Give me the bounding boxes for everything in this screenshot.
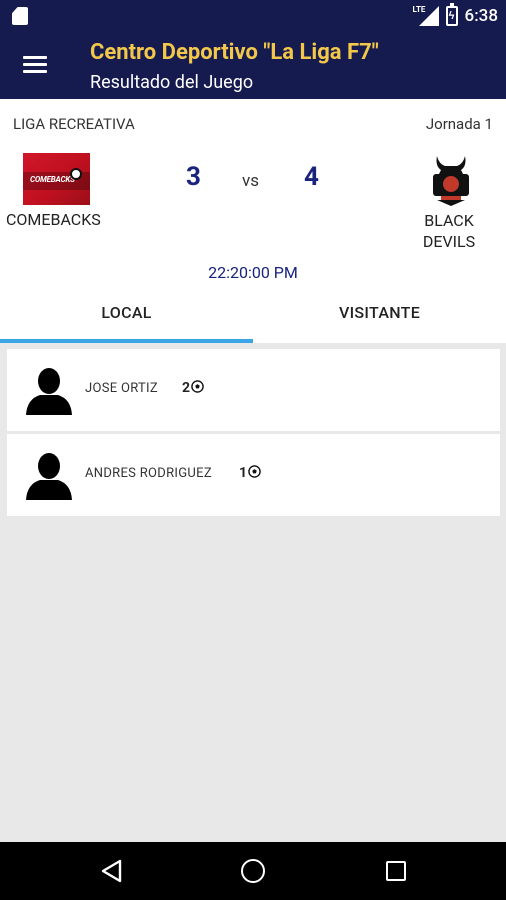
match-time: 22:20:00 PM bbox=[208, 263, 298, 282]
match-card: LIGA RECREATIVA Jornada 1 COMEBACKS COME… bbox=[0, 99, 506, 343]
status-bar: LTE ϟ 6:38 bbox=[0, 0, 506, 31]
tab-local[interactable]: LOCAL bbox=[0, 298, 253, 343]
home-team-name: COMEBACKS bbox=[6, 210, 101, 229]
away-team-name-line1: BLACK bbox=[424, 211, 474, 230]
clock: 6:38 bbox=[464, 6, 498, 26]
soccer-ball-icon bbox=[191, 380, 204, 394]
goal-count: 1 bbox=[239, 465, 261, 481]
active-tab-indicator bbox=[0, 339, 253, 343]
away-team-logo bbox=[433, 156, 469, 206]
away-score: 4 bbox=[304, 162, 319, 192]
round-label: Jornada 1 bbox=[425, 115, 493, 133]
recent-apps-icon[interactable] bbox=[386, 861, 406, 881]
app-title: Centro Deportivo "La Liga F7" bbox=[90, 40, 379, 65]
avatar-icon bbox=[26, 453, 72, 500]
soccer-ball-icon bbox=[248, 465, 261, 479]
scorers-list: JOSE ORTIZ 2 ANDRES RODRIGUEZ 1 bbox=[7, 349, 500, 519]
app-subtitle: Resultado del Juego bbox=[90, 72, 254, 93]
home-icon[interactable] bbox=[241, 859, 265, 883]
away-team-name: BLACK DEVILS bbox=[408, 210, 490, 252]
player-name: ANDRES RODRIGUEZ bbox=[85, 466, 212, 481]
system-navigation-bar bbox=[0, 842, 506, 900]
vs-label: vs bbox=[242, 171, 260, 191]
player-name: JOSE ORTIZ bbox=[85, 381, 158, 396]
home-score: 3 bbox=[186, 162, 201, 192]
list-item[interactable]: ANDRES RODRIGUEZ 1 bbox=[7, 434, 500, 516]
back-icon[interactable] bbox=[100, 859, 124, 883]
away-team-name-line2: DEVILS bbox=[422, 232, 476, 251]
sd-card-icon bbox=[12, 7, 28, 25]
league-name: LIGA RECREATIVA bbox=[13, 115, 135, 133]
app-bar: Centro Deportivo "La Liga F7" Resultado … bbox=[0, 31, 506, 99]
team-tabs: LOCAL VISITANTE bbox=[0, 298, 506, 343]
tab-visitante[interactable]: VISITANTE bbox=[253, 298, 506, 343]
home-team-logo: COMEBACKS bbox=[23, 153, 90, 205]
menu-icon[interactable] bbox=[23, 56, 47, 74]
battery-icon: ϟ bbox=[445, 3, 458, 26]
list-item[interactable]: JOSE ORTIZ 2 bbox=[7, 349, 500, 431]
signal-icon: LTE bbox=[413, 5, 439, 26]
avatar-icon bbox=[26, 368, 72, 415]
goal-count: 2 bbox=[182, 380, 204, 396]
